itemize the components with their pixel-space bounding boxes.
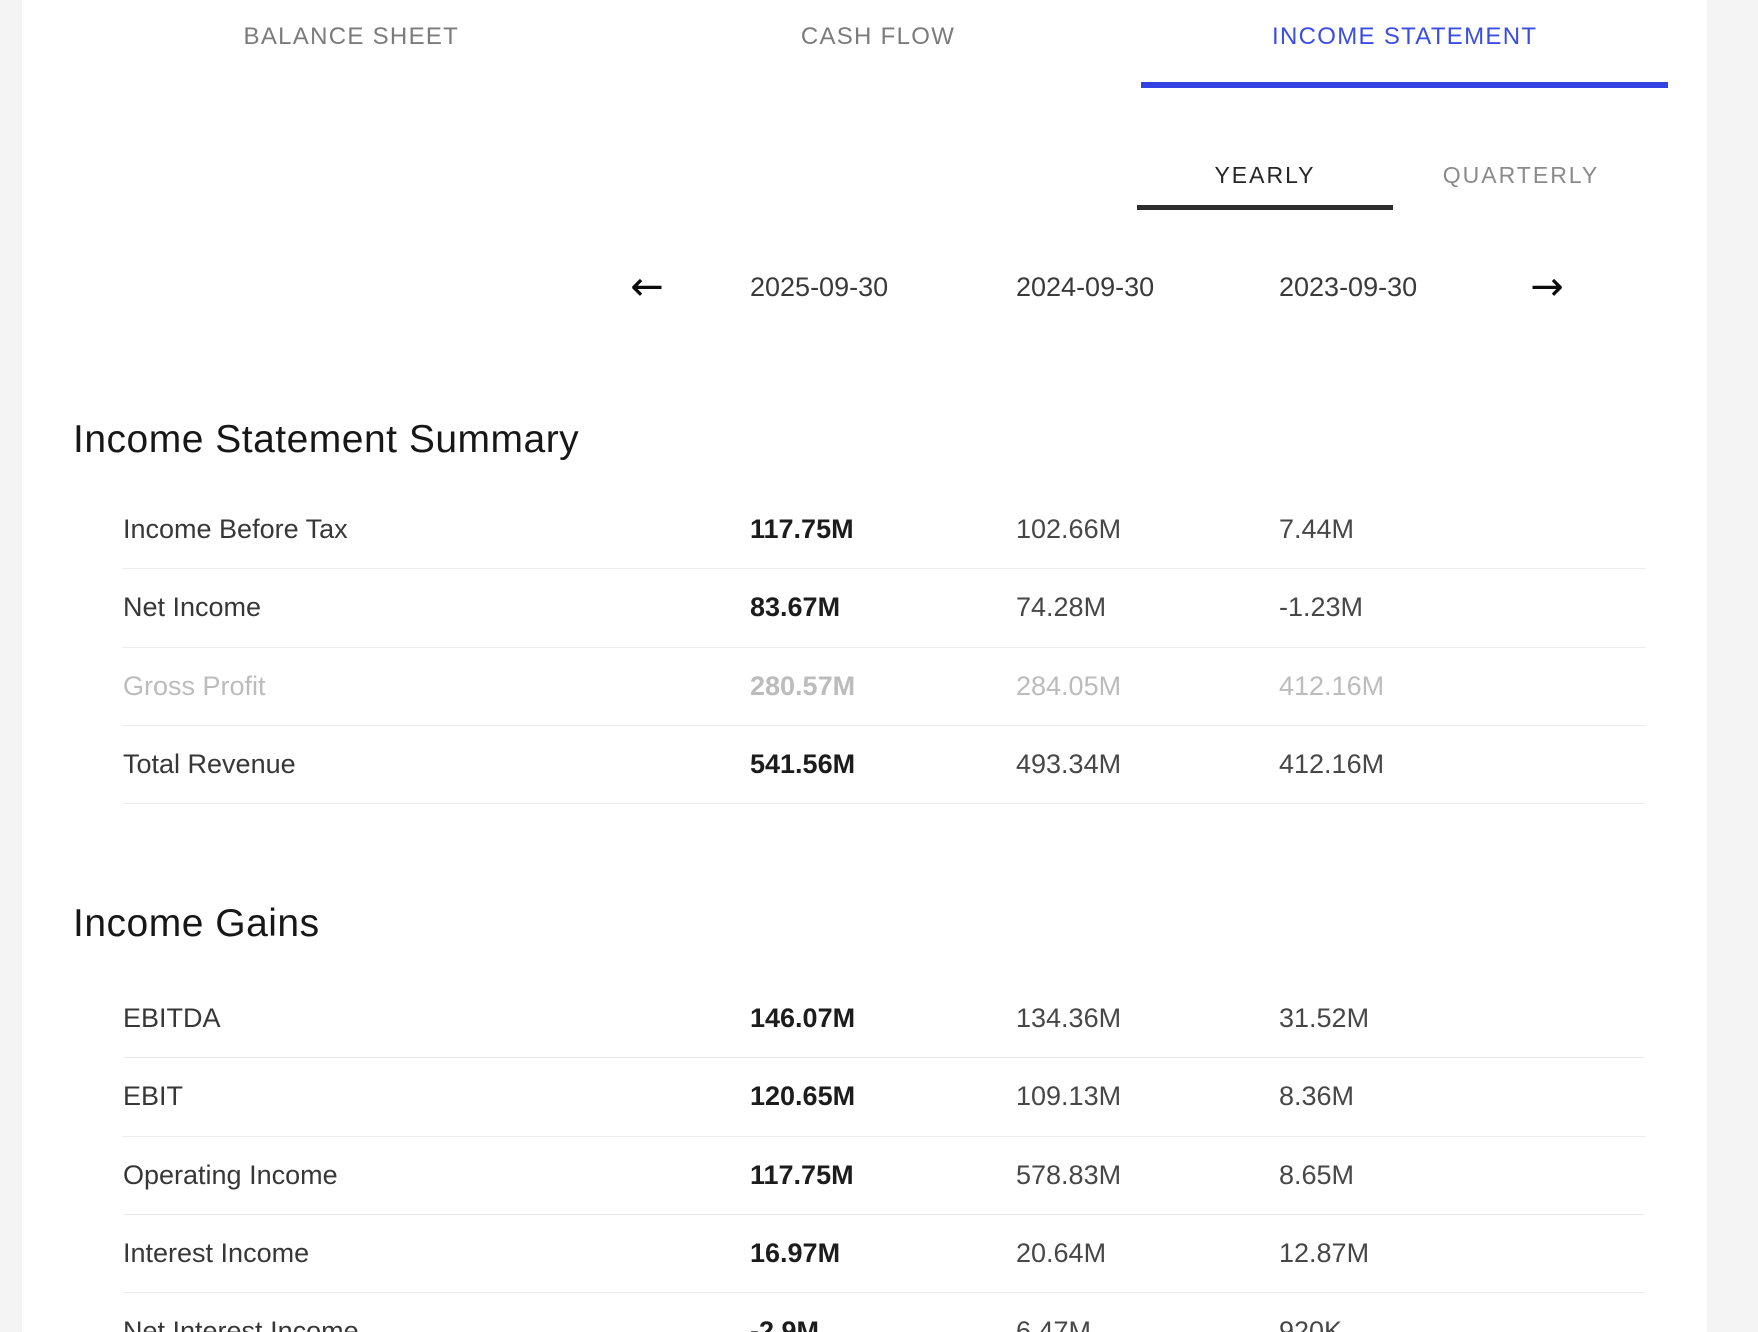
table-row-income-before-tax[interactable]: Income Before Tax 117.75M 102.66M 7.44M: [123, 491, 1645, 569]
row-label: Total Revenue: [123, 749, 750, 780]
row-label: Interest Income: [123, 1238, 750, 1269]
period-toggle: YEARLY QUARTERLY: [1137, 140, 1649, 210]
row-value: 117.75M: [750, 514, 1016, 545]
row-value: 920K: [1279, 1316, 1645, 1332]
table-row-gross-profit[interactable]: Gross Profit 280.57M 284.05M 412.16M: [123, 648, 1645, 726]
income-statement-page: BALANCE SHEET CASH FLOW INCOME STATEMENT…: [0, 0, 1758, 1332]
row-value: 31.52M: [1279, 1003, 1645, 1034]
statement-tab-bar: BALANCE SHEET CASH FLOW INCOME STATEMENT: [88, 0, 1668, 88]
date-column-header-2: 2024-09-30: [1016, 262, 1154, 312]
table-row-ebitda[interactable]: EBITDA 146.07M 134.36M 31.52M: [123, 980, 1645, 1058]
row-value: 74.28M: [1016, 592, 1279, 623]
row-label: EBIT: [123, 1081, 750, 1112]
tab-income-statement[interactable]: INCOME STATEMENT: [1141, 0, 1668, 88]
row-value: 146.07M: [750, 1003, 1016, 1034]
row-value: 578.83M: [1016, 1160, 1279, 1191]
row-label: Operating Income: [123, 1160, 750, 1191]
arrow-left-icon[interactable]: ←: [612, 262, 682, 312]
row-value: 20.64M: [1016, 1238, 1279, 1269]
table-row-ebit[interactable]: EBIT 120.65M 109.13M 8.36M: [123, 1058, 1645, 1136]
arrow-right-icon[interactable]: →: [1512, 262, 1582, 312]
row-label: Net Income: [123, 592, 750, 623]
row-label: Gross Profit: [123, 671, 750, 702]
row-value: 134.36M: [1016, 1003, 1279, 1034]
row-value: 6.47M: [1016, 1316, 1279, 1332]
row-value: 117.75M: [750, 1160, 1016, 1191]
table-row-total-revenue[interactable]: Total Revenue 541.56M 493.34M 412.16M: [123, 726, 1645, 804]
row-value: 109.13M: [1016, 1081, 1279, 1112]
table-row-net-income[interactable]: Net Income 83.67M 74.28M -1.23M: [123, 569, 1645, 647]
row-value: 541.56M: [750, 749, 1016, 780]
row-value: 280.57M: [750, 671, 1016, 702]
table-row-interest-income[interactable]: Interest Income 16.97M 20.64M 12.87M: [123, 1215, 1645, 1293]
row-value: 120.65M: [750, 1081, 1016, 1112]
row-value: 284.05M: [1016, 671, 1279, 702]
page-background-right: [1707, 0, 1758, 1332]
income-statement-summary-table: Income Before Tax 117.75M 102.66M 7.44M …: [123, 491, 1645, 804]
row-value: 8.65M: [1279, 1160, 1645, 1191]
row-value: -2.9M: [750, 1316, 1016, 1332]
row-value: 83.67M: [750, 592, 1016, 623]
tab-cash-flow[interactable]: CASH FLOW: [615, 0, 1142, 88]
section-title-income-statement-summary: Income Statement Summary: [73, 412, 579, 468]
row-value: 12.87M: [1279, 1238, 1645, 1269]
page-background-left: [0, 0, 22, 1332]
row-value: 8.36M: [1279, 1081, 1645, 1112]
date-navigation: ← 2025-09-30 2024-09-30 2023-09-30 →: [0, 262, 1758, 312]
row-value: 16.97M: [750, 1238, 1016, 1269]
date-column-header-1: 2025-09-30: [750, 262, 888, 312]
row-value: 412.16M: [1279, 749, 1645, 780]
period-option-quarterly[interactable]: QUARTERLY: [1393, 140, 1649, 210]
income-gains-table: EBITDA 146.07M 134.36M 31.52M EBIT 120.6…: [123, 980, 1645, 1332]
row-value: -1.23M: [1279, 592, 1645, 623]
row-value: 412.16M: [1279, 671, 1645, 702]
tab-balance-sheet[interactable]: BALANCE SHEET: [88, 0, 615, 88]
table-row-operating-income[interactable]: Operating Income 117.75M 578.83M 8.65M: [123, 1137, 1645, 1215]
row-value: 7.44M: [1279, 514, 1645, 545]
date-column-header-3: 2023-09-30: [1279, 262, 1417, 312]
row-label: Income Before Tax: [123, 514, 750, 545]
row-label: Net Interest Income: [123, 1316, 750, 1332]
table-row-net-interest-income[interactable]: Net Interest Income -2.9M 6.47M 920K: [123, 1293, 1645, 1332]
section-title-income-gains: Income Gains: [73, 896, 320, 952]
row-label: EBITDA: [123, 1003, 750, 1034]
row-value: 493.34M: [1016, 749, 1279, 780]
period-option-yearly[interactable]: YEARLY: [1137, 140, 1393, 210]
row-value: 102.66M: [1016, 514, 1279, 545]
